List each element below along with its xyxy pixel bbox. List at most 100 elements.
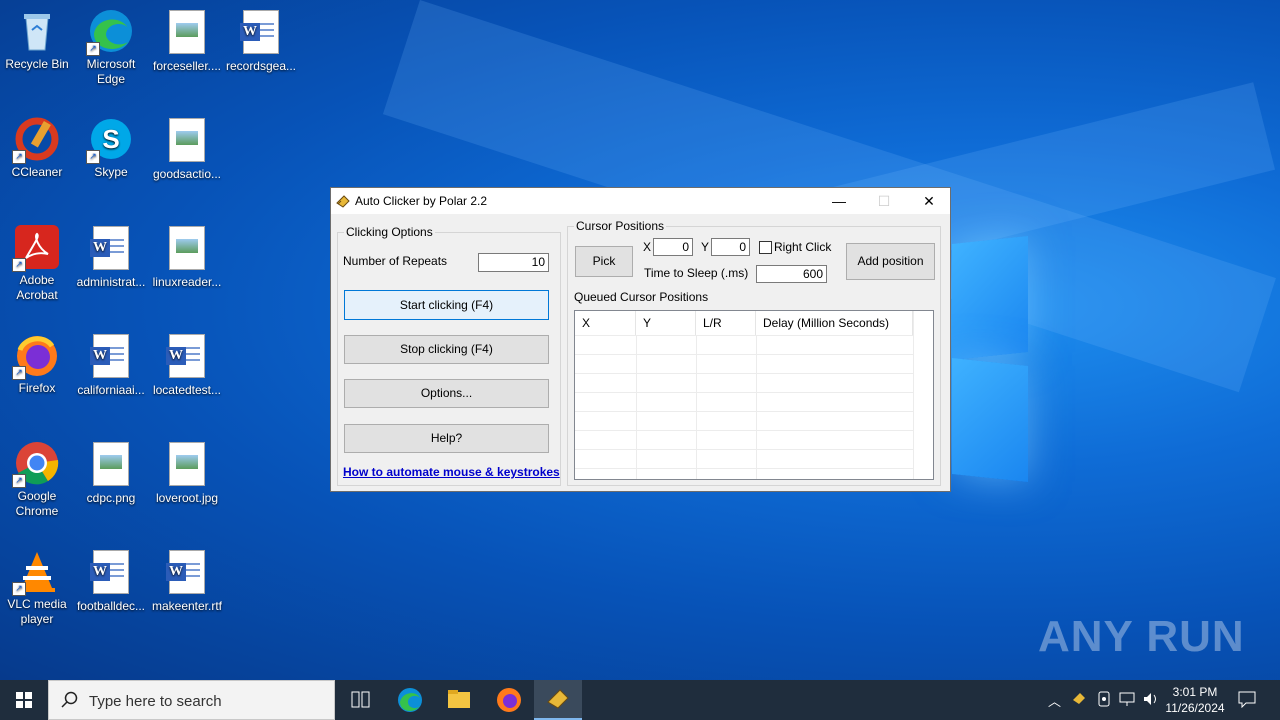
search-placeholder: Type here to search: [89, 693, 222, 710]
taskbar-edge[interactable]: [386, 680, 434, 720]
group-label: Clicking Options: [344, 225, 435, 239]
desktop-icon-adobe-acrobat[interactable]: ↗ Adobe Acrobat: [0, 224, 74, 303]
notification-icon[interactable]: [1238, 690, 1256, 711]
image-file-icon: [164, 118, 210, 164]
right-click-label: Right Click: [774, 240, 832, 254]
desktop-icon-skype[interactable]: S ↗ Skype: [74, 116, 148, 180]
options-button[interactable]: Options...: [344, 379, 549, 408]
recycle-bin-icon: [14, 8, 60, 54]
queued-positions-list[interactable]: X Y L/R Delay (Million Seconds): [574, 310, 934, 480]
ccleaner-icon: ↗: [12, 116, 60, 164]
desktop-icon-locatedtest[interactable]: W locatedtest...: [150, 332, 224, 398]
word-document-icon: W: [88, 550, 134, 596]
desktop-icon-label: Recycle Bin: [5, 57, 69, 71]
desktop-icon-vlc[interactable]: ↗ VLC media player: [0, 548, 74, 627]
close-button[interactable]: ✕: [906, 188, 952, 214]
start-button[interactable]: [0, 680, 48, 720]
task-view-button[interactable]: [336, 680, 384, 720]
y-input[interactable]: 0: [711, 238, 750, 256]
desktop-icon-label: linuxreader...: [152, 275, 222, 289]
desktop-icon-cdpc[interactable]: cdpc.png: [74, 440, 148, 506]
edge-icon: [398, 688, 422, 712]
desktop-icon-label: Adobe Acrobat: [16, 273, 58, 302]
desktop-icon-linuxreader[interactable]: linuxreader...: [150, 224, 224, 290]
taskbar-clock[interactable]: 3:01 PM 11/26/2024: [1164, 684, 1226, 716]
app-hand-icon: [335, 193, 351, 214]
grid-line: [636, 335, 637, 479]
group-label: Cursor Positions: [574, 219, 667, 233]
desktop-icon-makeenter[interactable]: W makeenter.rtf: [150, 548, 224, 614]
app-hand-icon: [547, 689, 569, 709]
x-input[interactable]: 0: [653, 238, 693, 256]
help-button[interactable]: Help?: [344, 424, 549, 453]
desktop-icon-recycle-bin[interactable]: Recycle Bin: [0, 8, 74, 72]
desktop-icon-label: CCleaner: [11, 165, 63, 179]
firefox-icon: ↗: [12, 332, 60, 380]
word-document-icon: W: [238, 10, 284, 56]
word-document-icon: W: [164, 334, 210, 380]
desktop-icon-label: Google Chrome: [15, 489, 59, 518]
grid-line: [575, 354, 913, 355]
grid-line: [575, 392, 913, 393]
grid-line: [756, 335, 757, 479]
x-label: X: [643, 240, 652, 254]
desktop-icon-google-chrome[interactable]: ↗ Google Chrome: [0, 440, 74, 519]
column-header-delay[interactable]: Delay (Million Seconds): [756, 311, 913, 335]
taskbar-search-box[interactable]: Type here to search: [48, 680, 335, 720]
desktop-icon-label: Microsoft Edge: [86, 57, 136, 86]
auto-clicker-window: Auto Clicker by Polar 2.2 — ☐ ✕ Clicking…: [330, 187, 951, 492]
desktop-icon-recordsgea[interactable]: W recordsgea...: [224, 8, 298, 74]
stop-clicking-button[interactable]: Stop clicking (F4): [344, 335, 549, 364]
title-bar[interactable]: Auto Clicker by Polar 2.2 — ☐ ✕: [331, 188, 950, 214]
edge-icon: ↗: [86, 8, 134, 56]
windows-logo-pane: [952, 236, 1028, 360]
minimize-button[interactable]: —: [816, 188, 862, 214]
desktop-icon-label: cdpc.png: [86, 491, 136, 505]
desktop-icon-label: californiaai...: [77, 383, 145, 397]
desktop-icon-administrat[interactable]: W administrat...: [74, 224, 148, 290]
column-header-x[interactable]: X: [575, 311, 636, 335]
taskbar-firefox[interactable]: [485, 680, 533, 720]
desktop-icon-forceseller[interactable]: forceseller....: [150, 8, 224, 74]
tray-device-icon[interactable]: [1096, 690, 1112, 711]
automate-link[interactable]: How to automate mouse & keystrokes: [343, 465, 560, 479]
grid-line: [575, 335, 913, 336]
sleep-label: Time to Sleep (.ms): [644, 266, 749, 280]
right-click-checkbox[interactable]: [759, 241, 772, 254]
svg-text:S: S: [102, 124, 119, 154]
add-position-button[interactable]: Add position: [846, 243, 935, 280]
desktop-icon-label: Skype: [94, 165, 128, 179]
sleep-input[interactable]: 600: [756, 265, 827, 283]
desktop-icon-firefox[interactable]: ↗ Firefox: [0, 332, 74, 396]
column-header-y[interactable]: Y: [636, 311, 696, 335]
grid-line: [575, 449, 913, 450]
desktop-icon-californiaai[interactable]: W californiaai...: [74, 332, 148, 398]
desktop-icon-footballdec[interactable]: W footballdec...: [74, 548, 148, 614]
folder-icon: [448, 690, 470, 708]
network-icon[interactable]: [1119, 691, 1135, 710]
pick-button[interactable]: Pick: [575, 246, 633, 277]
taskbar-auto-clicker[interactable]: [534, 680, 582, 720]
shortcut-arrow-icon: ↗: [86, 150, 100, 164]
chrome-icon: ↗: [12, 440, 60, 488]
desktop-icon-ccleaner[interactable]: ↗ CCleaner: [0, 116, 74, 180]
windows-logo-pane: [952, 358, 1028, 482]
tray-overflow-chevron-icon[interactable]: ︿: [1048, 691, 1061, 710]
maximize-button[interactable]: ☐: [861, 188, 907, 214]
start-clicking-button[interactable]: Start clicking (F4): [344, 290, 549, 320]
repeats-label: Number of Repeats: [343, 254, 448, 268]
repeats-input[interactable]: 10: [478, 253, 549, 272]
desktop-icon-loveroot[interactable]: loveroot.jpg: [150, 440, 224, 506]
taskbar: Type here to search ︿ 3:01 PM 11/26/2024: [0, 680, 1280, 720]
taskbar-file-explorer[interactable]: [435, 680, 483, 720]
grid-line: [696, 335, 697, 479]
desktop-icon-goodsactio[interactable]: goodsactio...: [150, 116, 224, 182]
grid-line: [575, 373, 913, 374]
tray-auto-clicker-icon[interactable]: [1071, 690, 1087, 709]
grid-line: [913, 311, 914, 479]
column-header-lr[interactable]: L/R: [696, 311, 756, 335]
desktop-icon-microsoft-edge[interactable]: ↗ Microsoft Edge: [74, 8, 148, 87]
shortcut-arrow-icon: ↗: [12, 150, 26, 164]
image-file-icon: [88, 442, 134, 488]
volume-icon[interactable]: [1142, 691, 1160, 710]
